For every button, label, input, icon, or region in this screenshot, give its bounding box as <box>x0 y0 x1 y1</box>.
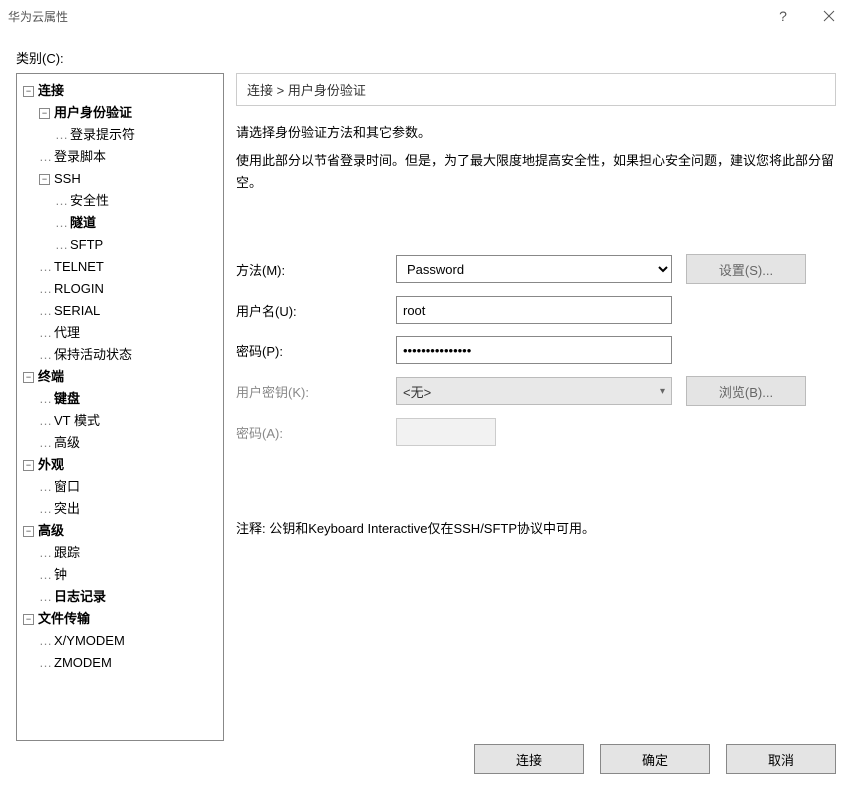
row-userkey: 用户密钥(K): <无> ▾ 浏览(B)... <box>236 376 836 406</box>
tree-item-keyboard[interactable]: 键盘 <box>21 388 219 410</box>
tree-item-proxy[interactable]: 代理 <box>21 322 219 344</box>
password-label: 密码(P): <box>236 341 396 360</box>
userkey-select: <无> ▾ <box>396 377 672 405</box>
tree-item-telnet[interactable]: TELNET <box>21 256 219 278</box>
cancel-button[interactable]: 取消 <box>726 744 836 774</box>
tree-item-window[interactable]: 窗口 <box>21 476 219 498</box>
tree-item-highlight[interactable]: 突出 <box>21 498 219 520</box>
collapse-icon[interactable]: − <box>23 372 34 383</box>
footer: 连接 确定 取消 <box>16 728 836 790</box>
collapse-icon[interactable]: − <box>23 614 34 625</box>
collapse-icon[interactable]: − <box>23 460 34 471</box>
description-text: 使用此部分以节省登录时间。但是，为了最大限度地提高安全性，如果担心安全问题，建议… <box>236 150 836 194</box>
main-panel: 连接 > 用户身份验证 请选择身份验证方法和其它参数。 使用此部分以节省登录时间… <box>236 73 836 728</box>
tree-item-vt-mode[interactable]: VT 模式 <box>21 410 219 432</box>
tree-item-logging[interactable]: 日志记录 <box>21 586 219 608</box>
collapse-icon[interactable]: − <box>39 174 50 185</box>
username-input[interactable] <box>396 296 672 324</box>
tree-item-keepalive[interactable]: 保持活动状态 <box>21 344 219 366</box>
window-title: 华为云属性 <box>8 8 68 25</box>
tree-item-user-auth[interactable]: −用户身份验证 <box>21 102 219 124</box>
collapse-icon[interactable]: − <box>23 526 34 537</box>
tree-item-tunnel[interactable]: 隧道 <box>21 212 219 234</box>
tree-item-terminal[interactable]: −终端 <box>21 366 219 388</box>
note-text: 注释: 公钥和Keyboard Interactive仅在SSH/SFTP协议中… <box>236 518 836 537</box>
close-button[interactable] <box>806 0 852 32</box>
row-passphrase: 密码(A): <box>236 418 836 446</box>
method-label: 方法(M): <box>236 260 396 279</box>
tree-item-ssh[interactable]: −SSH <box>21 168 219 190</box>
breadcrumb: 连接 > 用户身份验证 <box>236 73 836 106</box>
tree-item-file-transfer[interactable]: −文件传输 <box>21 608 219 630</box>
tree-item-sftp[interactable]: SFTP <box>21 234 219 256</box>
tree-item-xymodem[interactable]: X/YMODEM <box>21 630 219 652</box>
tree-item-security[interactable]: 安全性 <box>21 190 219 212</box>
method-select[interactable]: Password <box>396 255 672 283</box>
titlebar: 华为云属性 ? <box>0 0 852 32</box>
collapse-icon[interactable]: − <box>39 108 50 119</box>
browse-button[interactable]: 浏览(B)... <box>686 376 806 406</box>
tree-item-advanced-term[interactable]: 高级 <box>21 432 219 454</box>
help-button[interactable]: ? <box>760 0 806 32</box>
tree-item-serial[interactable]: SERIAL <box>21 300 219 322</box>
tree-item-appearance[interactable]: −外观 <box>21 454 219 476</box>
tree-item-rlogin[interactable]: RLOGIN <box>21 278 219 300</box>
tree-item-zmodem[interactable]: ZMODEM <box>21 652 219 674</box>
tree-item-login-prompt[interactable]: 登录提示符 <box>21 124 219 146</box>
ok-button[interactable]: 确定 <box>600 744 710 774</box>
tree-item-login-script[interactable]: 登录脚本 <box>21 146 219 168</box>
connect-button[interactable]: 连接 <box>474 744 584 774</box>
settings-button[interactable]: 设置(S)... <box>686 254 806 284</box>
username-label: 用户名(U): <box>236 301 396 320</box>
properties-dialog: 华为云属性 ? 类别(C): −连接 −用户身份验证 登录提示符 登录脚本 −S… <box>0 0 852 790</box>
category-tree[interactable]: −连接 −用户身份验证 登录提示符 登录脚本 −SSH 安全性 隧道 SFTP … <box>16 73 224 741</box>
password-input[interactable] <box>396 336 672 364</box>
chevron-down-icon: ▾ <box>660 386 665 397</box>
tree-item-advanced[interactable]: −高级 <box>21 520 219 542</box>
userkey-label: 用户密钥(K): <box>236 382 396 401</box>
collapse-icon[interactable]: − <box>23 86 34 97</box>
tree-item-trace[interactable]: 跟踪 <box>21 542 219 564</box>
tree-item-connection[interactable]: −连接 <box>21 80 219 102</box>
tree-item-bell[interactable]: 钟 <box>21 564 219 586</box>
row-username: 用户名(U): <box>236 296 836 324</box>
row-password: 密码(P): <box>236 336 836 364</box>
row-method: 方法(M): Password 设置(S)... <box>236 254 836 284</box>
passphrase-label: 密码(A): <box>236 423 396 442</box>
intro-text: 请选择身份验证方法和其它参数。 <box>236 122 836 144</box>
passphrase-input <box>396 418 496 446</box>
category-label: 类别(C): <box>16 48 836 67</box>
